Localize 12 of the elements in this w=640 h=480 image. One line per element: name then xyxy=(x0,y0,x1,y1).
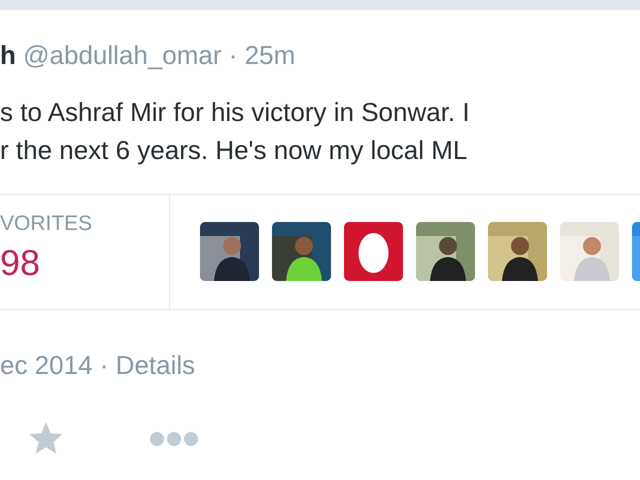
middot: · xyxy=(100,350,108,380)
tweet-text-line: s to Ashraf Mir for his victory in Sonwar. I xyxy=(0,96,471,129)
tweet-text-line: r the next 6 years. He's now my local ML xyxy=(0,134,468,167)
middot: · xyxy=(228,40,238,70)
details-link[interactable]: Details xyxy=(116,350,196,380)
favorites-label: VORITES xyxy=(0,211,94,237)
default-avatar-icon[interactable] xyxy=(344,222,403,281)
tweet-time[interactable]: 25m xyxy=(244,40,296,70)
author-name[interactable]: h xyxy=(0,40,16,70)
user-handle[interactable]: @abdullah_omar xyxy=(23,40,222,70)
favorites-count[interactable]: 98 xyxy=(0,241,169,285)
tweet-date: ec 2014 xyxy=(0,350,93,380)
